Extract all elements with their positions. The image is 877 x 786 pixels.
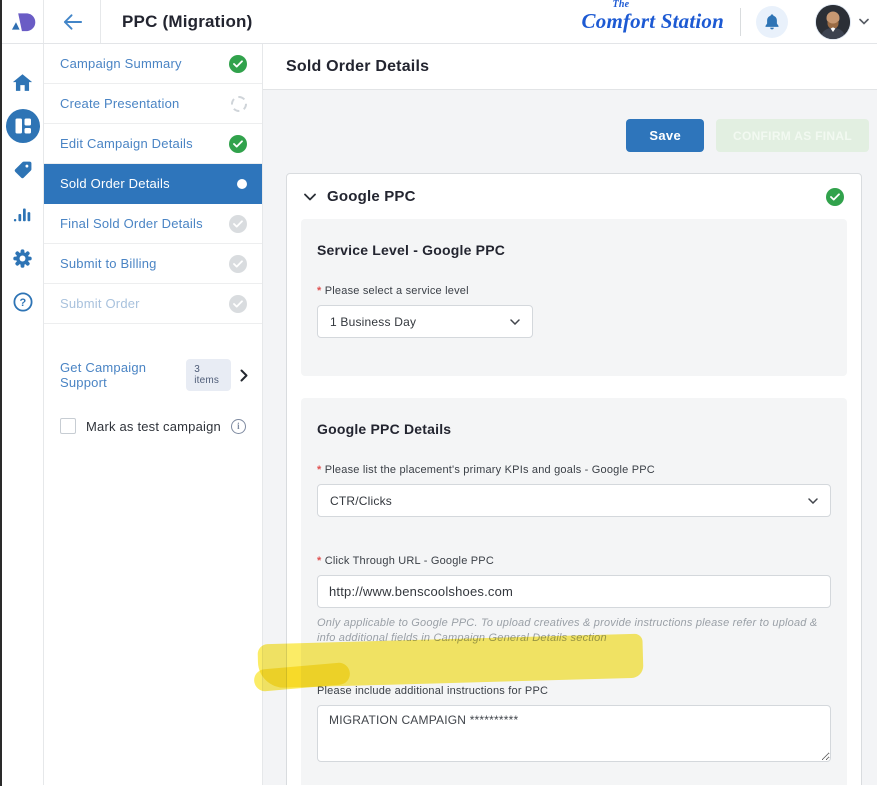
- step-navigation: Campaign Summary Create Presentation Edi…: [44, 44, 263, 785]
- chevron-down-icon: [510, 319, 520, 325]
- rail-reports-button[interactable]: [2, 192, 43, 236]
- service-level-value: 1 Business Day: [330, 315, 416, 329]
- chevron-right-icon: [240, 369, 248, 382]
- app-window: PPC (Migration) The Comfort Station: [0, 0, 877, 786]
- sidebar-item-submit-to-billing[interactable]: Submit to Billing: [44, 244, 262, 284]
- google-ppc-card-header[interactable]: Google PPC: [301, 174, 847, 219]
- service-level-select[interactable]: 1 Business Day: [317, 305, 533, 338]
- sidebar-item-campaign-summary[interactable]: Campaign Summary: [44, 44, 262, 84]
- content-body: Save CONFIRM AS FINAL Google PPC: [263, 90, 877, 785]
- step-pending-icon: [229, 255, 247, 273]
- gear-icon: [12, 248, 33, 269]
- avatar-photo: [816, 5, 850, 39]
- card-title: Google PPC: [327, 188, 416, 205]
- step-current-icon: [237, 179, 247, 189]
- google-ppc-card: Google PPC Service Level - Google PPC Pl…: [286, 173, 862, 785]
- test-campaign-row: Mark as test campaign i: [44, 418, 262, 434]
- sidebar-item-label: Campaign Summary: [60, 56, 182, 71]
- service-level-title: Service Level - Google PPC: [317, 242, 831, 258]
- chart-icon: [13, 205, 33, 223]
- support-label: Get Campaign Support: [60, 360, 177, 390]
- kpi-label: Please list the placement's primary KPIs…: [317, 464, 831, 476]
- info-icon[interactable]: i: [231, 419, 246, 434]
- avatar[interactable]: [816, 5, 850, 39]
- click-through-url-label: Click Through URL - Google PPC: [317, 555, 831, 567]
- save-button[interactable]: Save: [626, 119, 704, 152]
- confirm-as-final-button[interactable]: CONFIRM AS FINAL: [716, 119, 869, 152]
- avatar-menu-button[interactable]: [859, 18, 869, 25]
- sidebar-item-label: Submit Order: [60, 296, 140, 311]
- brand-logo: The Comfort Station: [582, 9, 724, 34]
- rail-help-button[interactable]: ?: [2, 280, 43, 324]
- actions-bar: Save CONFIRM AS FINAL: [286, 119, 869, 152]
- service-level-section: Service Level - Google PPC Please select…: [301, 219, 847, 376]
- rail-settings-button[interactable]: [2, 236, 43, 280]
- kpi-select[interactable]: CTR/Clicks: [317, 484, 831, 517]
- chevron-down-icon: [859, 18, 869, 25]
- chevron-down-icon: [304, 193, 316, 201]
- back-button[interactable]: [44, 0, 101, 43]
- main-content: Sold Order Details Save CONFIRM AS FINAL…: [263, 44, 877, 785]
- test-campaign-label: Mark as test campaign: [86, 419, 221, 434]
- step-complete-icon: [229, 135, 247, 153]
- sidebar-item-label: Create Presentation: [60, 96, 179, 111]
- bell-icon: [764, 13, 780, 30]
- notifications-button[interactable]: [756, 6, 788, 38]
- sidebar-item-label: Sold Order Details: [60, 176, 170, 191]
- svg-text:?: ?: [19, 297, 26, 309]
- click-through-url-input[interactable]: [317, 575, 831, 608]
- google-ppc-details-section: Google PPC Details Please list the place…: [301, 398, 847, 785]
- step-pending-icon: [229, 295, 247, 313]
- sidebar-item-edit-campaign-details[interactable]: Edit Campaign Details: [44, 124, 262, 164]
- rail-home-button[interactable]: [2, 60, 43, 104]
- get-campaign-support-button[interactable]: Get Campaign Support 3 items: [44, 359, 262, 391]
- sidebar-item-final-sold-order-details[interactable]: Final Sold Order Details: [44, 204, 262, 244]
- app-logo[interactable]: [2, 0, 44, 43]
- sidebar-item-label: Submit to Billing: [60, 256, 157, 271]
- additional-instructions-label: Please include additional instructions f…: [317, 685, 831, 697]
- kpi-value: CTR/Clicks: [330, 494, 392, 508]
- sidebar-item-create-presentation[interactable]: Create Presentation: [44, 84, 262, 124]
- top-bar: PPC (Migration) The Comfort Station: [2, 0, 877, 44]
- topbar-divider: [740, 8, 741, 36]
- url-helper-note: Only applicable to Google PPC. To upload…: [317, 616, 831, 647]
- section-complete-icon: [826, 188, 844, 206]
- back-arrow-icon: [62, 13, 83, 31]
- app-logo-icon: [9, 10, 36, 33]
- service-level-label: Please select a service level: [317, 285, 831, 297]
- dashboard-icon: [6, 109, 40, 143]
- additional-instructions-textarea[interactable]: MIGRATION CAMPAIGN **********: [317, 705, 831, 762]
- sidebar-item-label: Final Sold Order Details: [60, 216, 203, 231]
- details-title: Google PPC Details: [317, 421, 831, 437]
- page-title: Sold Order Details: [263, 44, 877, 90]
- icon-rail: ?: [2, 44, 44, 785]
- brand-name: Comfort Station: [582, 9, 724, 33]
- rail-tags-button[interactable]: [2, 148, 43, 192]
- sidebar-item-sold-order-details[interactable]: Sold Order Details: [44, 164, 262, 204]
- help-icon: ?: [13, 292, 33, 312]
- chevron-down-icon: [808, 498, 818, 504]
- mark-test-campaign-checkbox[interactable]: [60, 418, 76, 434]
- home-icon: [12, 73, 33, 92]
- step-complete-icon: [229, 55, 247, 73]
- step-empty-icon: [231, 96, 247, 112]
- step-pending-icon: [229, 215, 247, 233]
- sidebar-item-label: Edit Campaign Details: [60, 136, 193, 151]
- page-header-title: PPC (Migration): [101, 12, 582, 32]
- brand-the: The: [613, 0, 630, 10]
- support-items-badge: 3 items: [186, 359, 231, 391]
- sidebar-item-submit-order[interactable]: Submit Order: [44, 284, 262, 324]
- tag-icon: [13, 160, 33, 180]
- rail-dashboard-button[interactable]: [2, 104, 43, 148]
